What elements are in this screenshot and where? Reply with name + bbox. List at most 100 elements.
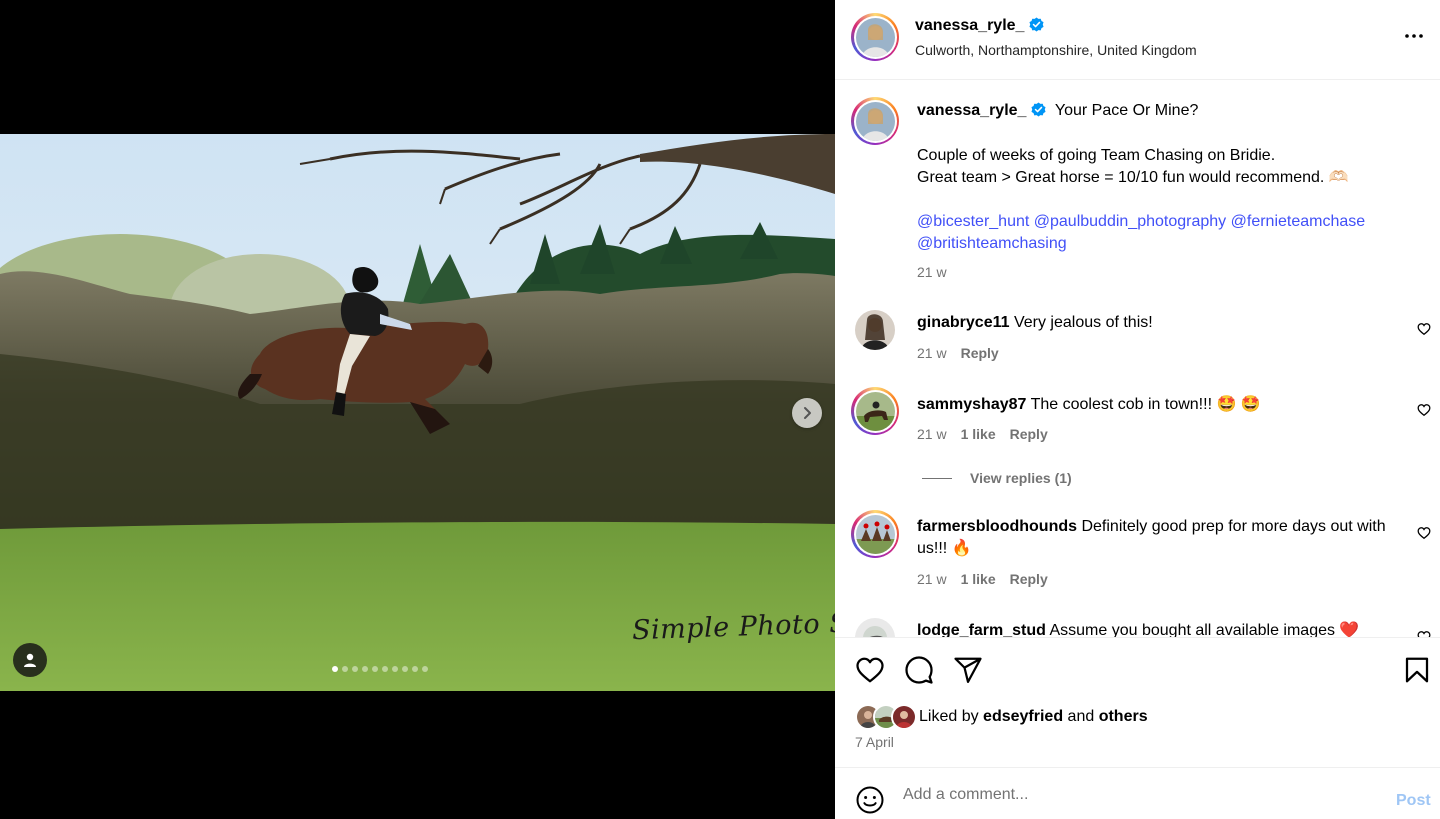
caption-line-1: Couple of weeks of going Team Chasing on…: [917, 147, 1276, 164]
view-replies-divider: [922, 477, 952, 479]
comment-username[interactable]: sammyshay87: [917, 396, 1026, 413]
bookmark-icon: [1405, 657, 1429, 683]
comment-like-button[interactable]: [1417, 322, 1431, 341]
likes-summary: Liked by edseyfried and others: [855, 704, 1148, 730]
view-replies-button[interactable]: View replies (1): [922, 470, 1072, 486]
comment-likes-count[interactable]: 1 like: [961, 426, 996, 442]
carousel-dot: [382, 666, 388, 672]
more-icon: [1405, 34, 1423, 38]
comment-avatar[interactable]: [855, 310, 895, 350]
comment-meta: 21 w 1 like Reply: [917, 571, 1048, 587]
reply-button[interactable]: Reply: [961, 345, 999, 361]
user-tag-icon: [24, 653, 36, 667]
emoji-icon: [856, 786, 884, 814]
comment-avatar[interactable]: [855, 618, 895, 637]
mention-link[interactable]: @paulbuddin_photography: [1034, 213, 1226, 230]
likes-prefix: Liked by: [919, 708, 979, 725]
comment-time[interactable]: 21 w: [917, 571, 947, 587]
mention-link[interactable]: @fernieteamchase: [1231, 213, 1366, 230]
caption-mentions-1: @bicester_hunt @paulbuddin_photography @…: [917, 211, 1417, 233]
likes-joiner: and: [1067, 708, 1095, 725]
carousel-dot: [392, 666, 398, 672]
comment-text: ginabryce11 Very jealous of this!: [917, 312, 1397, 334]
chevron-right-icon: [804, 407, 811, 419]
post-comment-button[interactable]: Post: [1396, 792, 1431, 810]
liker-avatar: [891, 704, 917, 730]
carousel-dot: [352, 666, 358, 672]
comment-time[interactable]: 21 w: [917, 345, 947, 361]
share-icon: [954, 657, 982, 683]
heart-icon: [1417, 527, 1431, 540]
comment-meta: 21 w Reply: [917, 345, 999, 361]
comment-like-button[interactable]: [1417, 403, 1431, 422]
likes-others[interactable]: others: [1099, 708, 1148, 726]
save-button[interactable]: [1402, 655, 1432, 690]
post-location[interactable]: Culworth, Northamptonshire, United Kingd…: [915, 42, 1197, 58]
likes-user[interactable]: edseyfried: [983, 708, 1063, 726]
carousel-dot: [402, 666, 408, 672]
comment-avatar[interactable]: [851, 387, 899, 435]
post-date[interactable]: 7 April: [855, 734, 894, 750]
post-photo[interactable]: [0, 134, 835, 691]
comment-composer: Post: [835, 767, 1440, 819]
comments-list[interactable]: vanessa_ryle_ Your Pace Or Mine? Couple …: [835, 81, 1440, 637]
comment-likes-count[interactable]: 1 like: [961, 571, 996, 587]
carousel-dot: [422, 666, 428, 672]
heart-icon: [1417, 323, 1431, 336]
comment-button[interactable]: [904, 655, 934, 690]
comment-like-button[interactable]: [1417, 630, 1431, 637]
user-tags-button[interactable]: [13, 643, 47, 677]
heart-icon: [1417, 631, 1431, 637]
verified-badge-icon: [1031, 102, 1046, 117]
caption-title-line: vanessa_ryle_ Your Pace Or Mine?: [917, 100, 1397, 122]
comment-input[interactable]: [903, 782, 1373, 808]
reply-button[interactable]: Reply: [1010, 571, 1048, 587]
mention-link[interactable]: @britishteamchasing: [917, 235, 1067, 252]
author-avatar[interactable]: [851, 13, 899, 61]
more-options-button[interactable]: [1402, 24, 1426, 53]
emoji-button[interactable]: [855, 785, 885, 819]
share-button[interactable]: [953, 655, 983, 690]
author-username[interactable]: vanessa_ryle_: [915, 17, 1024, 34]
heart-icon: [1417, 404, 1431, 417]
post-media: Simple Photo Shots: [0, 0, 835, 819]
carousel-next-button[interactable]: [792, 398, 822, 428]
comment-username[interactable]: lodge_farm_stud: [917, 622, 1046, 637]
comment-username[interactable]: farmersbloodhounds: [917, 518, 1077, 535]
post-details-panel: vanessa_ryle_ Culworth, Northamptonshire…: [835, 0, 1440, 819]
comment-icon: [905, 656, 933, 684]
comment-body: Very jealous of this!: [1013, 314, 1153, 331]
caption-title: Your Pace Or Mine?: [1054, 102, 1199, 119]
photo-watermark: Simple Photo Shots: [631, 606, 835, 647]
carousel-indicator: [332, 666, 428, 672]
caption-time[interactable]: 21 w: [917, 264, 947, 280]
post-header: vanessa_ryle_ Culworth, Northamptonshire…: [835, 0, 1440, 80]
comment-body: The coolest cob in town!!! 🤩 🤩: [1030, 396, 1261, 413]
post-actions: Liked by edseyfried and others 7 April: [835, 637, 1440, 767]
comment-like-button[interactable]: [1417, 526, 1431, 545]
caption-username[interactable]: vanessa_ryle_: [917, 102, 1026, 119]
carousel-dot: [342, 666, 348, 672]
comment-time[interactable]: 21 w: [917, 426, 947, 442]
photo-horse-jumping-hedge: [0, 134, 835, 691]
comment-avatar[interactable]: [851, 510, 899, 558]
comment-username[interactable]: ginabryce11: [917, 314, 1010, 331]
like-button[interactable]: [855, 655, 885, 690]
carousel-dot: [362, 666, 368, 672]
caption-mentions-2: @britishteamchasing: [917, 233, 1397, 255]
caption-avatar[interactable]: [851, 97, 899, 145]
caption-meta: 21 w: [917, 264, 947, 280]
comment-text: lodge_farm_stud Assume you bought all av…: [917, 620, 1397, 637]
author-line: vanessa_ryle_: [915, 17, 1044, 35]
heart-icon: [856, 657, 884, 683]
verified-badge-icon: [1029, 17, 1044, 32]
carousel-dot: [372, 666, 378, 672]
carousel-dot: [412, 666, 418, 672]
comment-text: sammyshay87 The coolest cob in town!!! 🤩…: [917, 394, 1397, 416]
mention-link[interactable]: @bicester_hunt: [917, 213, 1029, 230]
liker-avatars[interactable]: [855, 704, 919, 730]
comment-meta: 21 w 1 like Reply: [917, 426, 1048, 442]
reply-button[interactable]: Reply: [1010, 426, 1048, 442]
comment-body: Assume you bought all available images ❤…: [1049, 622, 1360, 637]
caption-line-2: Great team > Great horse = 10/10 fun wou…: [917, 169, 1349, 186]
